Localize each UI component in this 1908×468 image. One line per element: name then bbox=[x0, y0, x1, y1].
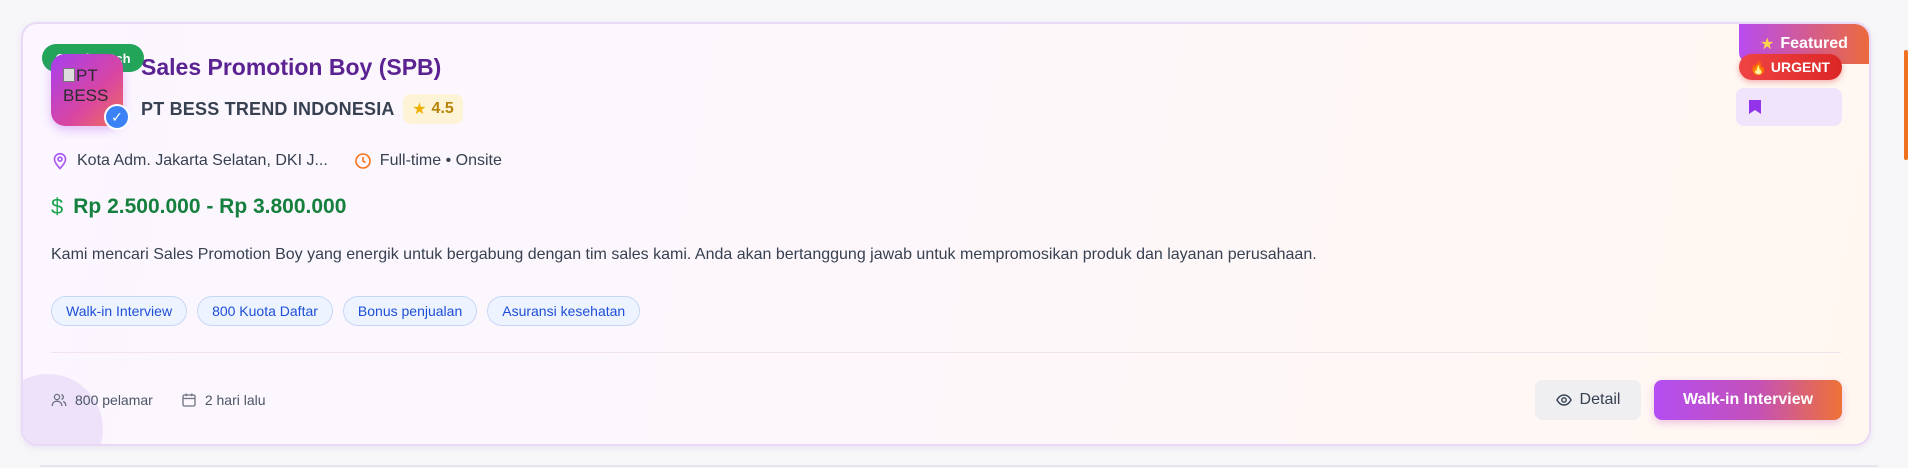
featured-label: Featured bbox=[1780, 35, 1848, 52]
salary-range: $ Rp 2.500.000 - Rp 3.800.000 bbox=[51, 194, 346, 220]
applicants-count: 800 pelamar bbox=[51, 392, 153, 408]
logo-alt-text: PT BESS bbox=[63, 66, 109, 105]
company-name[interactable]: PT BESS TREND INDONESIA bbox=[141, 99, 395, 120]
tag-item: Walk-in Interview bbox=[51, 296, 188, 326]
company-rating: ★ 4.5 bbox=[403, 94, 463, 124]
detail-button[interactable]: Detail bbox=[1535, 380, 1641, 420]
job-description: Kami mencari Sales Promotion Boy yang en… bbox=[51, 246, 1317, 263]
job-stats: 800 pelamar 2 hari lalu bbox=[51, 392, 266, 408]
job-card[interactable]: ★ Featured 🔥 URGENT Good Match PT BESS ✓… bbox=[21, 22, 1871, 446]
map-pin-icon bbox=[53, 152, 67, 170]
applicants-text: 800 pelamar bbox=[75, 392, 153, 408]
urgent-badge: 🔥 URGENT bbox=[1739, 54, 1842, 80]
location-info: Kota Adm. Jakarta Selatan, DKI J... bbox=[51, 152, 328, 170]
employment-info: Full-time • Onsite bbox=[354, 152, 502, 170]
posted-date: 2 hari lalu bbox=[181, 392, 266, 408]
eye-icon bbox=[1555, 394, 1572, 406]
next-card-edge bbox=[40, 465, 1878, 467]
calendar-icon bbox=[182, 393, 196, 407]
tag-item: Bonus penjualan bbox=[342, 296, 478, 326]
divider bbox=[51, 352, 1841, 353]
tag-list: Walk-in Interview 800 Kuota Daftar Bonus… bbox=[51, 296, 641, 326]
posted-text: 2 hari lalu bbox=[204, 392, 266, 408]
rating-value: 4.5 bbox=[431, 100, 454, 117]
bookmark-icon bbox=[1749, 100, 1761, 114]
star-icon: ★ bbox=[412, 101, 427, 118]
tag-item: 800 Kuota Daftar bbox=[197, 296, 333, 326]
dollar-icon: $ bbox=[51, 194, 64, 219]
fire-icon: 🔥 bbox=[1749, 58, 1767, 75]
job-meta: Kota Adm. Jakarta Selatan, DKI J... Full… bbox=[51, 152, 502, 170]
salary-text: Rp 2.500.000 - Rp 3.800.000 bbox=[73, 195, 347, 218]
broken-image-icon bbox=[63, 68, 75, 82]
clock-icon bbox=[354, 153, 371, 169]
location-text: Kota Adm. Jakarta Selatan, DKI J... bbox=[77, 152, 328, 169]
tag-item: Asuransi kesehatan bbox=[487, 296, 641, 326]
decorative-circle bbox=[23, 374, 103, 444]
verified-badge-icon: ✓ bbox=[104, 104, 130, 130]
star-icon: ★ bbox=[1760, 36, 1775, 53]
walk-in-interview-button[interactable]: Walk-in Interview bbox=[1654, 380, 1842, 420]
users-icon bbox=[51, 393, 67, 407]
employment-text: Full-time • Onsite bbox=[379, 152, 502, 169]
scrollbar-thumb[interactable] bbox=[1904, 50, 1908, 160]
bookmark-button[interactable] bbox=[1736, 88, 1842, 126]
detail-label: Detail bbox=[1579, 391, 1621, 408]
job-title[interactable]: Sales Promotion Boy (SPB) bbox=[141, 54, 441, 81]
urgent-label: URGENT bbox=[1770, 59, 1830, 75]
